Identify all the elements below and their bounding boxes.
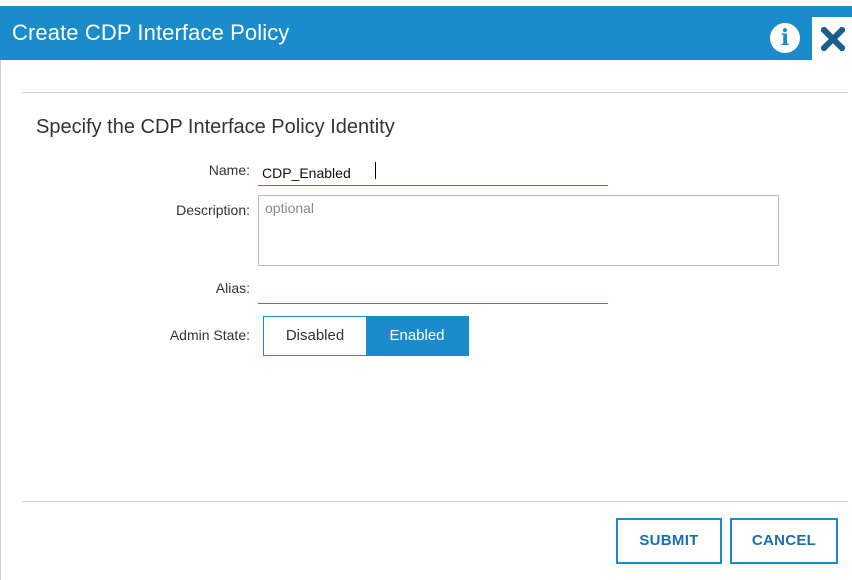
dialog-left-border xyxy=(0,60,1,580)
section-title: Specify the CDP Interface Policy Identit… xyxy=(36,116,395,138)
submit-button[interactable]: SUBMIT xyxy=(616,518,722,564)
close-button[interactable] xyxy=(812,17,852,60)
bottom-divider xyxy=(22,501,848,502)
admin-state-enabled-option[interactable]: Enabled xyxy=(366,317,468,355)
description-label: Description: xyxy=(176,202,250,218)
alias-input[interactable] xyxy=(258,278,608,304)
name-label: Name: xyxy=(208,162,250,178)
description-textarea[interactable] xyxy=(258,195,779,266)
close-icon xyxy=(821,27,845,51)
admin-state-label: Admin State: xyxy=(169,327,250,343)
admin-state-disabled-option[interactable]: Disabled xyxy=(264,317,366,355)
cancel-button[interactable]: CANCEL xyxy=(730,518,838,564)
top-divider xyxy=(22,92,848,93)
admin-state-toggle: Disabled Enabled xyxy=(263,316,469,356)
dialog-titlebar: Create CDP Interface Policy i xyxy=(0,6,852,60)
dialog-title: Create CDP Interface Policy xyxy=(12,20,290,45)
name-input[interactable] xyxy=(258,160,608,186)
text-caret xyxy=(375,162,376,179)
alias-label: Alias: xyxy=(215,280,250,296)
info-icon[interactable]: i xyxy=(770,23,800,53)
